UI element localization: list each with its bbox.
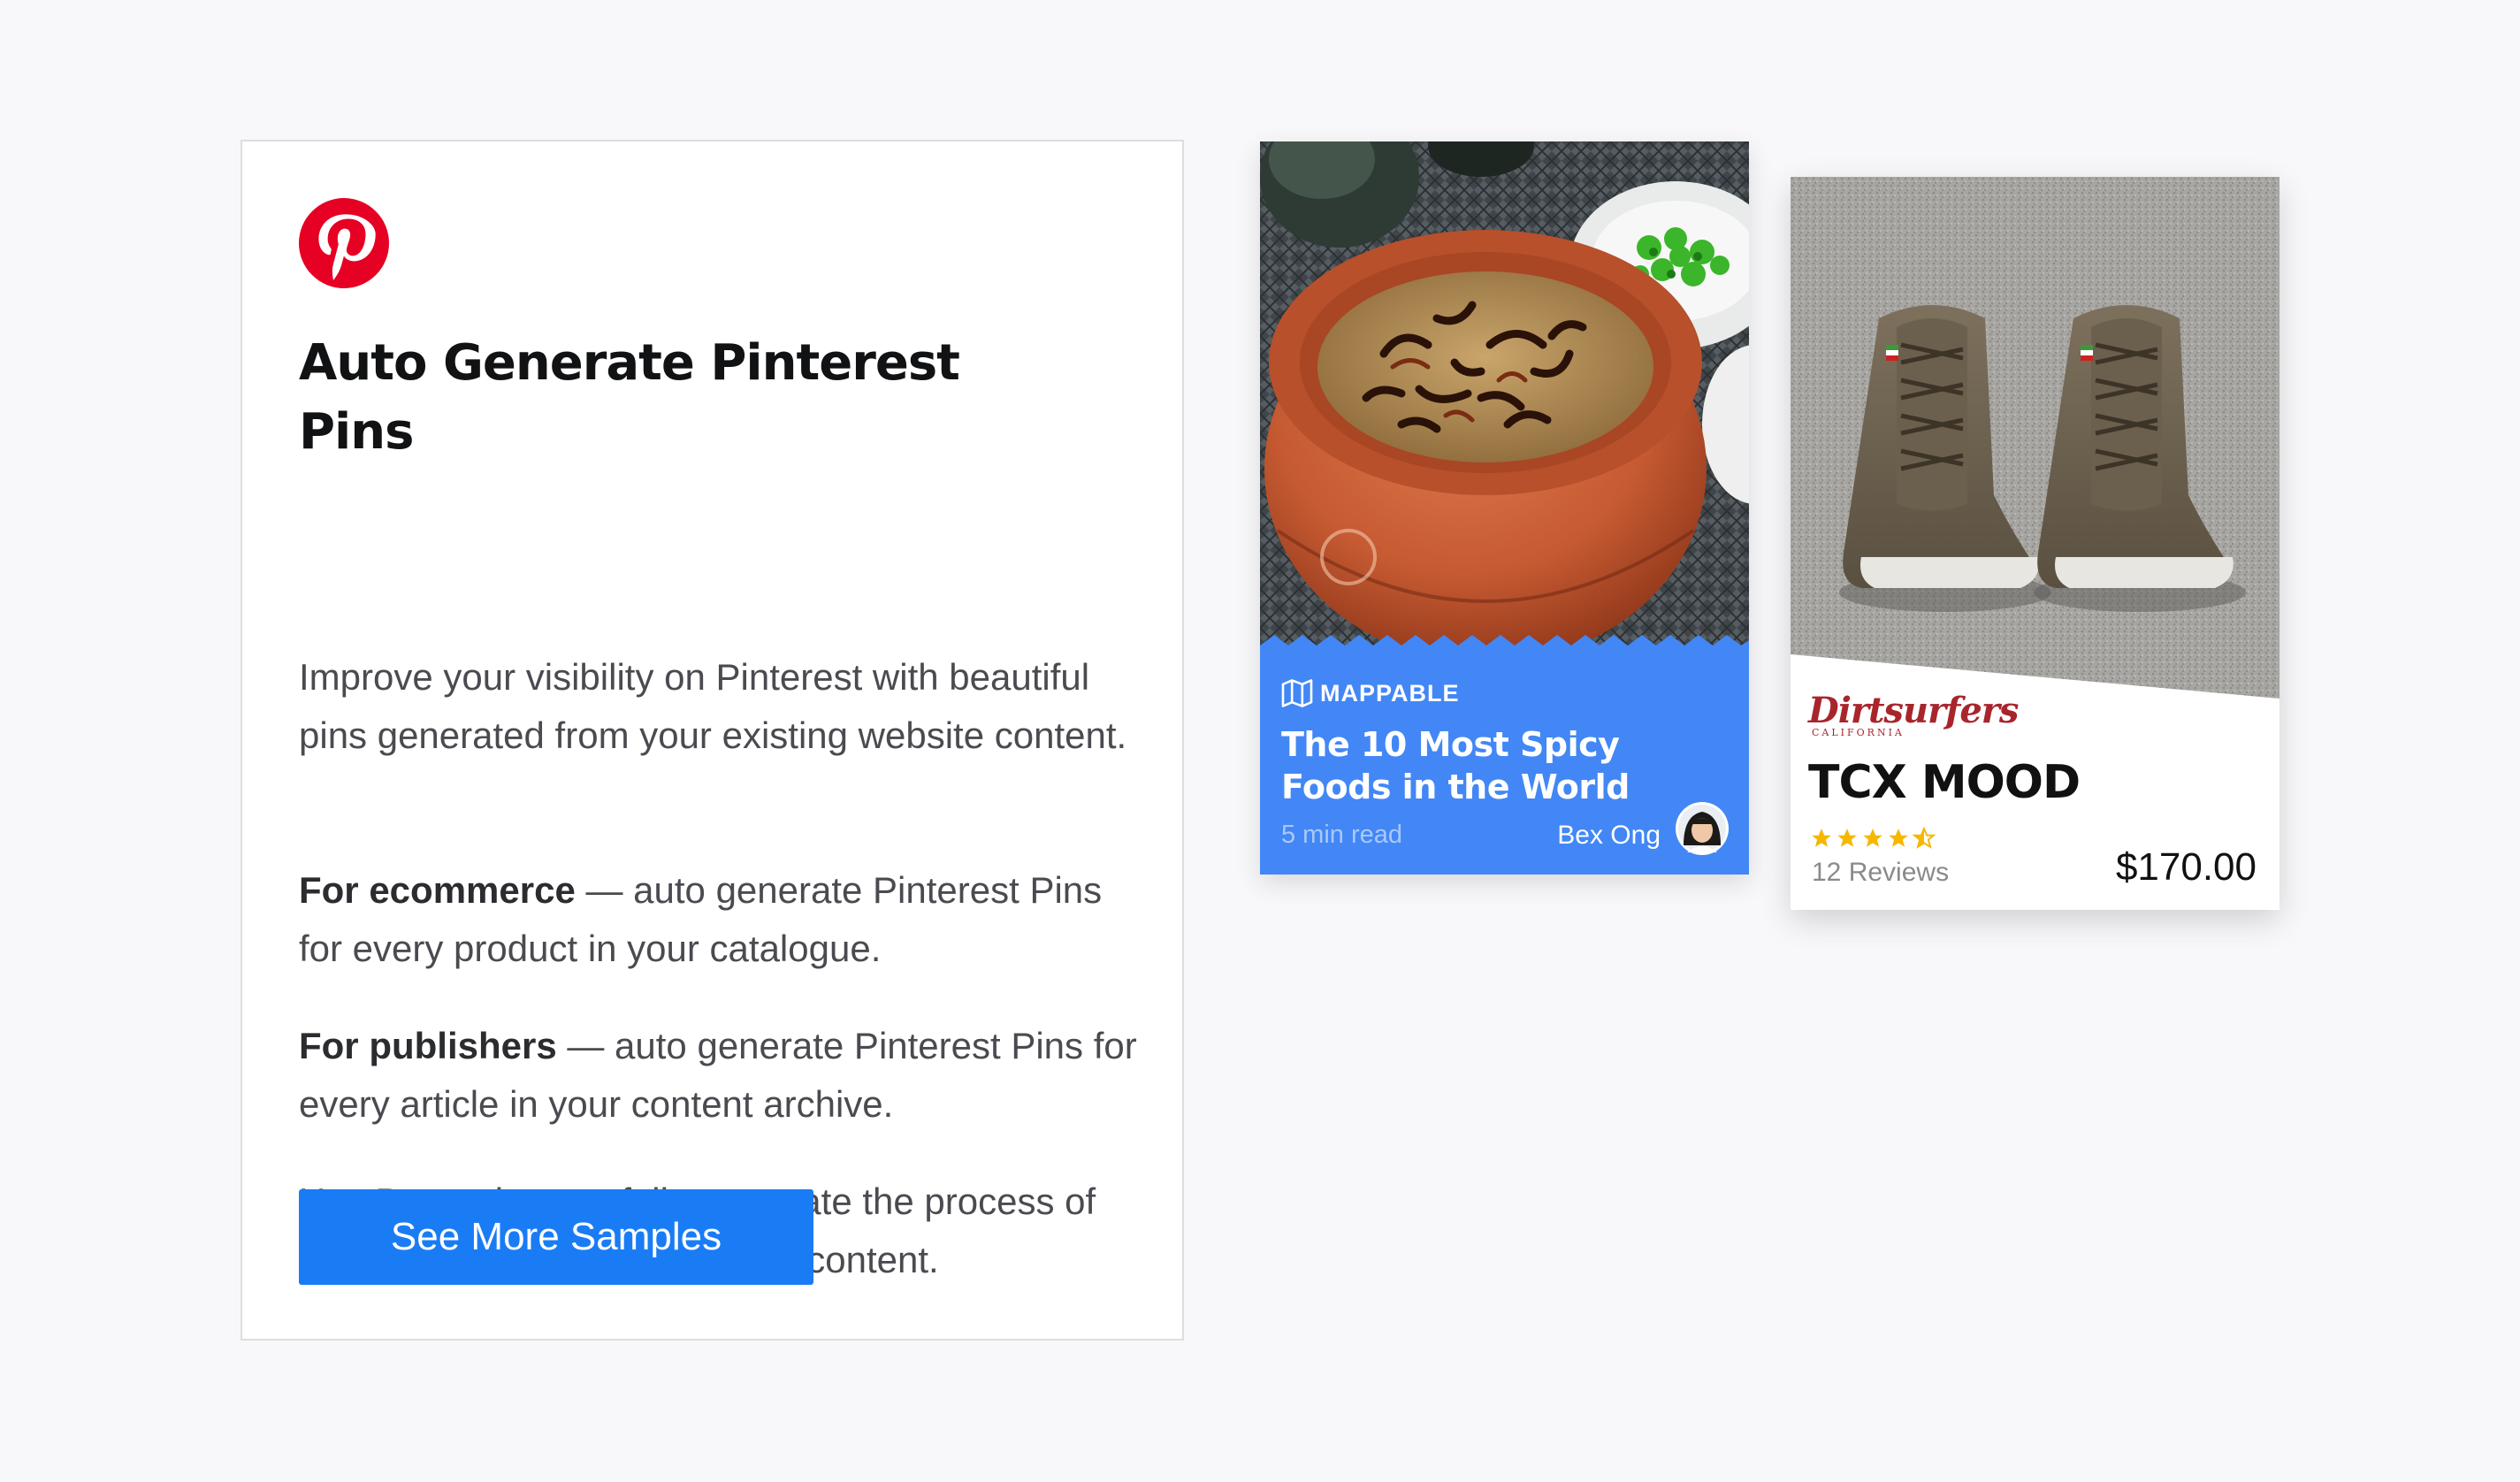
product-price: $170.00 <box>2115 845 2257 889</box>
ecommerce-label: For ecommerce <box>299 869 576 911</box>
pinterest-logo-icon <box>299 198 389 288</box>
star-icon <box>1863 829 1882 847</box>
store-logo-sub: CALIFORNIA <box>1812 727 1905 738</box>
info-intro: Improve your visibility on Pinterest wit… <box>299 656 1127 756</box>
review-count: 12 Reviews <box>1812 858 1950 887</box>
product-name: TCX MOOD <box>1808 756 2081 809</box>
pin-article-card[interactable]: MAPPABLE The 10 Most Spicy Foods in the … <box>1260 141 1749 875</box>
rating-stars <box>1810 827 1936 850</box>
article-brand: MAPPABLE <box>1281 679 1460 707</box>
info-card: Auto Generate Pinterest Pins Improve you… <box>241 140 1184 1341</box>
info-publishers: For publishers — auto generate Pinterest… <box>299 1017 1139 1134</box>
spicy-food-bowl-photo <box>1260 141 1749 663</box>
store-logo: Dirtsurfers <box>1808 690 2019 731</box>
star-half-icon <box>1913 827 1936 849</box>
see-more-samples-button[interactable]: See More Samples <box>299 1189 813 1285</box>
article-headline: The 10 Most Spicy Foods in the World <box>1281 725 1630 806</box>
publishers-label: For publishers <box>299 1025 557 1066</box>
star-icon <box>1837 829 1857 847</box>
star-icon <box>1889 829 1908 847</box>
info-title: Auto Generate Pinterest Pins <box>299 334 960 461</box>
sneakers-photo <box>1791 177 2279 699</box>
map-icon <box>1281 679 1313 707</box>
page: Auto Generate Pinterest Pins Improve you… <box>0 0 2520 1482</box>
star-icon <box>1812 829 1831 847</box>
pin-product-card[interactable]: Dirtsurfers CALIFORNIA TCX MOOD 12 Revie… <box>1791 177 2279 910</box>
article-read-time: 5 min read <box>1281 821 1403 849</box>
info-ecommerce: For ecommerce — auto generate Pinterest … <box>299 861 1139 978</box>
article-brand-label: MAPPABLE <box>1320 679 1460 707</box>
article-author: Bex Ong <box>1557 821 1661 850</box>
author-avatar <box>1676 802 1729 855</box>
